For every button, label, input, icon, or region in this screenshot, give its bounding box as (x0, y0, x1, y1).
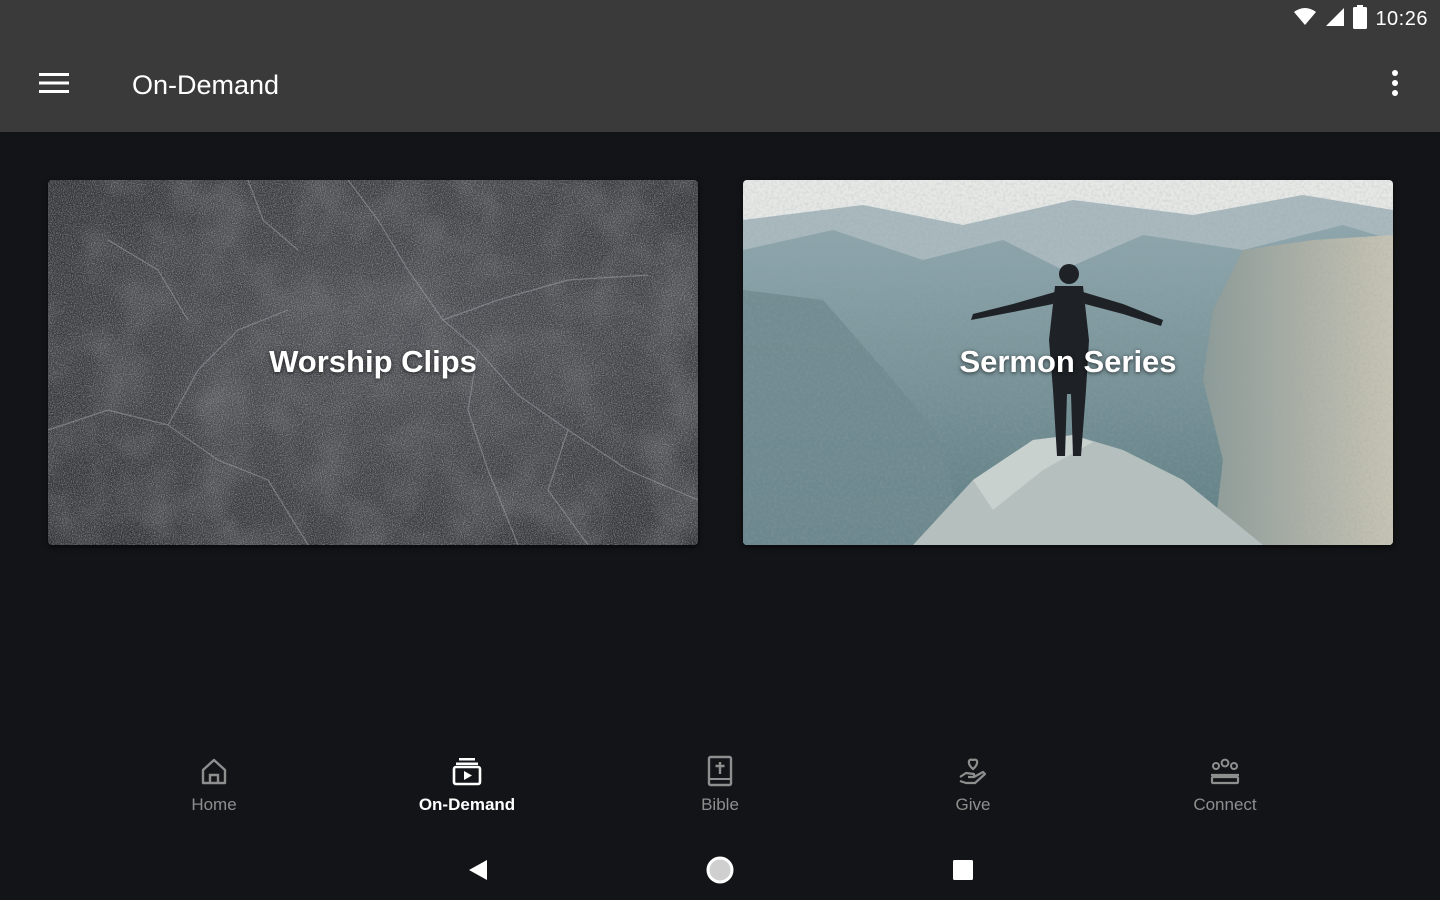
status-bar: 10:26 (0, 0, 1440, 38)
bottom-navigation: Home On-Demand Bible Give Connect (0, 745, 1440, 825)
page-title: On-Demand (132, 70, 280, 100)
nav-label: Connect (1193, 795, 1257, 814)
card-title: Sermon Series (959, 344, 1177, 379)
give-hand-heart-icon (959, 758, 987, 785)
system-home-button[interactable] (698, 848, 742, 892)
home-icon (201, 758, 227, 785)
worship-clips-card[interactable]: Worship Clips (48, 180, 698, 545)
hamburger-menu-icon (39, 72, 69, 99)
screen: 10:26 On-Demand Worship Clips Sermon Ser… (0, 0, 1440, 900)
menu-button[interactable] (26, 60, 82, 110)
nav-item-bible[interactable]: Bible (640, 755, 800, 825)
nav-label: On-Demand (418, 795, 516, 814)
home-circle-icon (706, 856, 734, 884)
nav-label: Give (955, 795, 991, 814)
system-navigation-bar (0, 840, 1440, 900)
battery-icon (1353, 4, 1368, 34)
sermon-series-card[interactable]: Sermon Series (743, 180, 1393, 545)
bible-icon (707, 755, 733, 787)
overflow-menu-button[interactable] (1376, 60, 1414, 110)
system-recents-button[interactable] (941, 848, 985, 892)
system-back-button[interactable] (456, 848, 500, 892)
on-demand-video-icon (452, 758, 482, 786)
status-time: 10:26 (1375, 7, 1428, 30)
nav-item-connect[interactable]: Connect (1145, 755, 1305, 825)
recents-square-icon (953, 860, 973, 880)
status-icons: 10:26 (1293, 4, 1428, 34)
back-icon (469, 860, 487, 880)
nav-item-on-demand[interactable]: On-Demand (387, 755, 547, 825)
app-bar: On-Demand (0, 38, 1440, 132)
nav-item-give[interactable]: Give (893, 755, 1053, 825)
cellular-signal-icon (1325, 7, 1345, 32)
wifi-icon (1293, 7, 1317, 32)
more-vert-icon (1391, 69, 1399, 102)
connect-people-icon (1210, 758, 1240, 785)
card-title: Worship Clips (269, 344, 477, 379)
nav-label: Bible (701, 795, 739, 814)
nav-label: Home (191, 795, 237, 814)
nav-item-home[interactable]: Home (134, 755, 294, 825)
